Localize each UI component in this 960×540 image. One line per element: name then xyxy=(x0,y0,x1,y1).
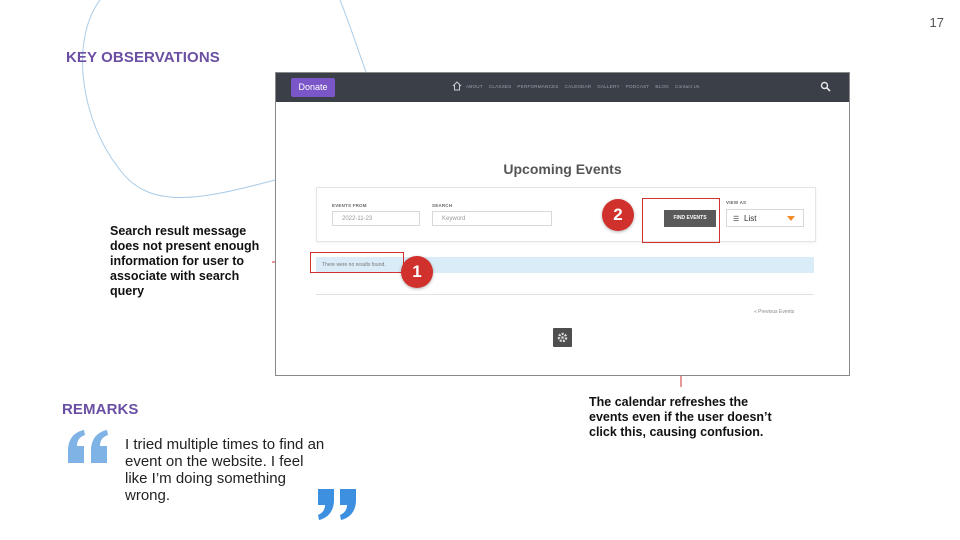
keyword-search-input[interactable]: Keyword xyxy=(432,211,552,226)
notice-highlight-box xyxy=(310,252,404,273)
close-quote-icon xyxy=(318,489,356,520)
nav-link-gallery[interactable]: GALLERY xyxy=(597,84,620,89)
annotation-badge-1: 1 xyxy=(401,256,433,288)
divider xyxy=(316,294,814,295)
events-from-label: EVENTS FROM xyxy=(332,203,367,208)
nav-link-podcast[interactable]: PODCAST xyxy=(626,84,650,89)
view-as-value: List xyxy=(744,214,757,223)
nav-links: ABOUT CLASSES PERFORMANCES CALENDAR GALL… xyxy=(466,84,700,89)
search-icon[interactable] xyxy=(820,81,831,92)
previous-events-link[interactable]: « Previous Events xyxy=(754,309,794,315)
search-label: SEARCH xyxy=(432,203,453,208)
donate-button[interactable]: Donate xyxy=(291,78,335,97)
user-quote: I tried multiple times to find an event … xyxy=(125,436,325,504)
event-filter-bar: EVENTS FROM 2022-11-23 SEARCH Keyword FI… xyxy=(316,187,816,242)
nav-link-blog[interactable]: BLOG xyxy=(655,84,669,89)
site-navbar: Donate ABOUT CLASSES PERFORMANCES CALEND… xyxy=(276,73,849,102)
nav-link-about[interactable]: ABOUT xyxy=(466,84,483,89)
subscribe-calendar-button[interactable] xyxy=(553,328,572,347)
key-observations-heading: KEY OBSERVATIONS xyxy=(66,49,220,66)
search-message-callout: Search result message does not present e… xyxy=(110,224,260,298)
chevron-down-icon xyxy=(787,216,795,221)
home-icon[interactable] xyxy=(452,81,462,91)
nav-link-classes[interactable]: CLASSES xyxy=(489,84,512,89)
calendar-refresh-callout: The calendar refreshes the events even i… xyxy=(589,395,772,439)
website-screenshot: Donate ABOUT CLASSES PERFORMANCES CALEND… xyxy=(275,72,850,376)
nav-link-contact[interactable]: Contact Us xyxy=(675,84,700,89)
annotation-badge-2: 2 xyxy=(602,199,634,231)
list-icon: ☰ xyxy=(733,216,740,223)
view-as-label: VIEW AS xyxy=(726,200,747,205)
nav-link-calendar[interactable]: CALENDAR xyxy=(565,84,592,89)
decorative-curve xyxy=(82,0,276,198)
view-as-select[interactable]: ☰ List xyxy=(726,209,804,227)
decorative-curve xyxy=(339,0,367,73)
nav-link-performances[interactable]: PERFORMANCES xyxy=(517,84,558,89)
gear-icon xyxy=(557,332,568,343)
find-button-highlight-box xyxy=(642,198,720,243)
slide-number: 17 xyxy=(929,15,944,30)
events-from-date-field[interactable]: 2022-11-23 xyxy=(332,211,420,226)
open-quote-icon xyxy=(68,430,108,463)
page-title: Upcoming Events xyxy=(503,161,622,177)
remarks-heading: REMARKS xyxy=(62,401,139,418)
